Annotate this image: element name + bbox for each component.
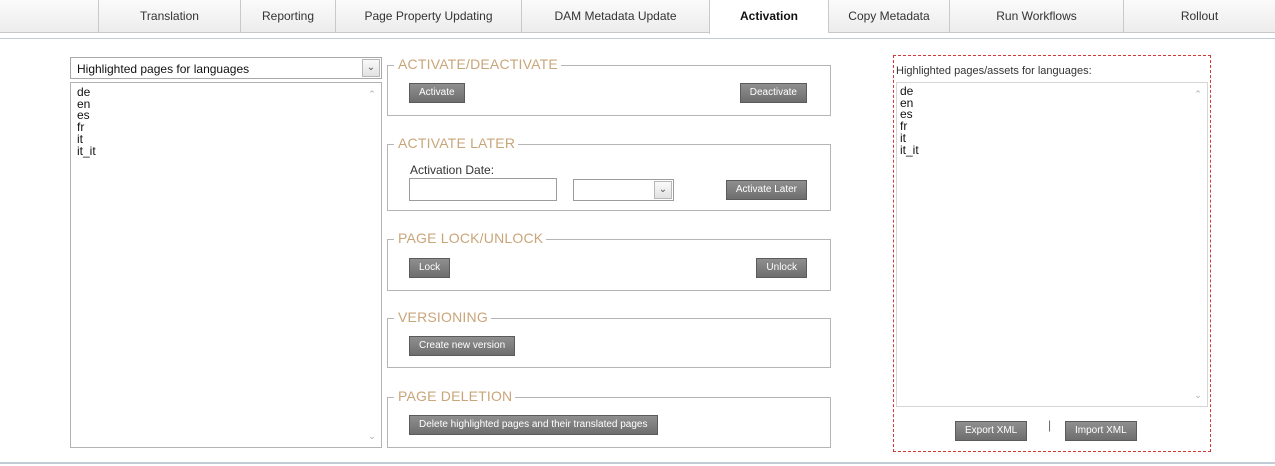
unlock-button[interactable]: Unlock <box>756 258 807 278</box>
button-separator: | <box>1048 418 1052 432</box>
section-legend: PAGE LOCK/UNLOCK <box>394 230 547 246</box>
tab-rollout[interactable]: Rollout <box>1123 0 1275 33</box>
list-item[interactable]: it_it <box>900 144 919 157</box>
activate-later-button[interactable]: Activate Later <box>725 180 807 200</box>
delete-pages-button[interactable]: Delete highlighted pages and their trans… <box>409 415 658 435</box>
chevron-down-icon[interactable]: ⌄ <box>654 181 672 199</box>
highlighted-language-list: de en es fr it it_it <box>900 85 919 157</box>
activation-date-input[interactable] <box>409 178 557 201</box>
deactivate-button[interactable]: Deactivate <box>739 83 807 103</box>
language-filter-value: Highlighted pages for languages <box>77 62 250 76</box>
tab-copy-metadata[interactable]: Copy Metadata <box>828 0 949 33</box>
activate-deactivate-section: ACTIVATE/DEACTIVATE Activate Deactivate <box>387 56 831 116</box>
lock-button[interactable]: Lock <box>409 258 451 278</box>
section-legend: ACTIVATE LATER <box>394 135 519 151</box>
tab-run-workflows[interactable]: Run Workflows <box>949 0 1123 33</box>
scroll-up-icon[interactable]: ⌃ <box>1192 89 1204 101</box>
tab-reporting[interactable]: Reporting <box>240 0 335 33</box>
highlighted-pages-panel: Highlighted pages/assets for languages: … <box>893 55 1211 452</box>
list-item[interactable]: it_it <box>77 145 96 158</box>
versioning-section: VERSIONING Create new version <box>387 309 831 368</box>
tab-activation[interactable]: Activation <box>709 0 828 34</box>
tab-page-property-updating[interactable]: Page Property Updating <box>335 0 521 33</box>
create-version-button[interactable]: Create new version <box>409 336 516 356</box>
section-legend: ACTIVATE/DEACTIVATE <box>394 56 561 72</box>
activate-button[interactable]: Activate <box>409 83 465 103</box>
activation-time-select[interactable]: ⌄ <box>573 179 674 201</box>
content-bottom-border <box>0 462 1275 464</box>
tab-translation[interactable]: Translation <box>98 0 240 33</box>
section-legend: PAGE DELETION <box>394 388 516 404</box>
export-xml-button[interactable]: Export XML <box>955 421 1028 441</box>
scroll-down-icon[interactable]: ⌄ <box>366 431 378 443</box>
highlighted-languages-listbox[interactable]: de en es fr it it_it ⌃ ⌄ <box>896 82 1208 407</box>
language-filter-select[interactable]: Highlighted pages for languages ⌄ <box>70 57 382 79</box>
tab-dam-metadata-update[interactable]: DAM Metadata Update <box>521 0 709 33</box>
scroll-down-icon[interactable]: ⌄ <box>1192 390 1204 402</box>
highlighted-pages-title: Highlighted pages/assets for languages: <box>896 65 1092 77</box>
scroll-up-icon[interactable]: ⌃ <box>366 89 378 101</box>
language-listbox[interactable]: de en es fr it it_it ⌃ ⌄ <box>70 82 382 448</box>
section-legend: VERSIONING <box>394 309 491 325</box>
language-list: de en es fr it it_it <box>77 86 96 158</box>
chevron-down-icon[interactable]: ⌄ <box>362 59 380 77</box>
content-top-border <box>0 38 1275 39</box>
import-xml-button[interactable]: Import XML <box>1065 421 1137 441</box>
page-deletion-section: PAGE DELETION Delete highlighted pages a… <box>387 388 831 448</box>
tab-bar: Translation Reporting Page Property Upda… <box>0 0 1275 34</box>
page-lock-unlock-section: PAGE LOCK/UNLOCK Lock Unlock <box>387 230 831 291</box>
activate-later-section: ACTIVATE LATER Activation Date: ⌄ Activa… <box>387 135 831 211</box>
activation-date-label: Activation Date: <box>410 163 495 177</box>
